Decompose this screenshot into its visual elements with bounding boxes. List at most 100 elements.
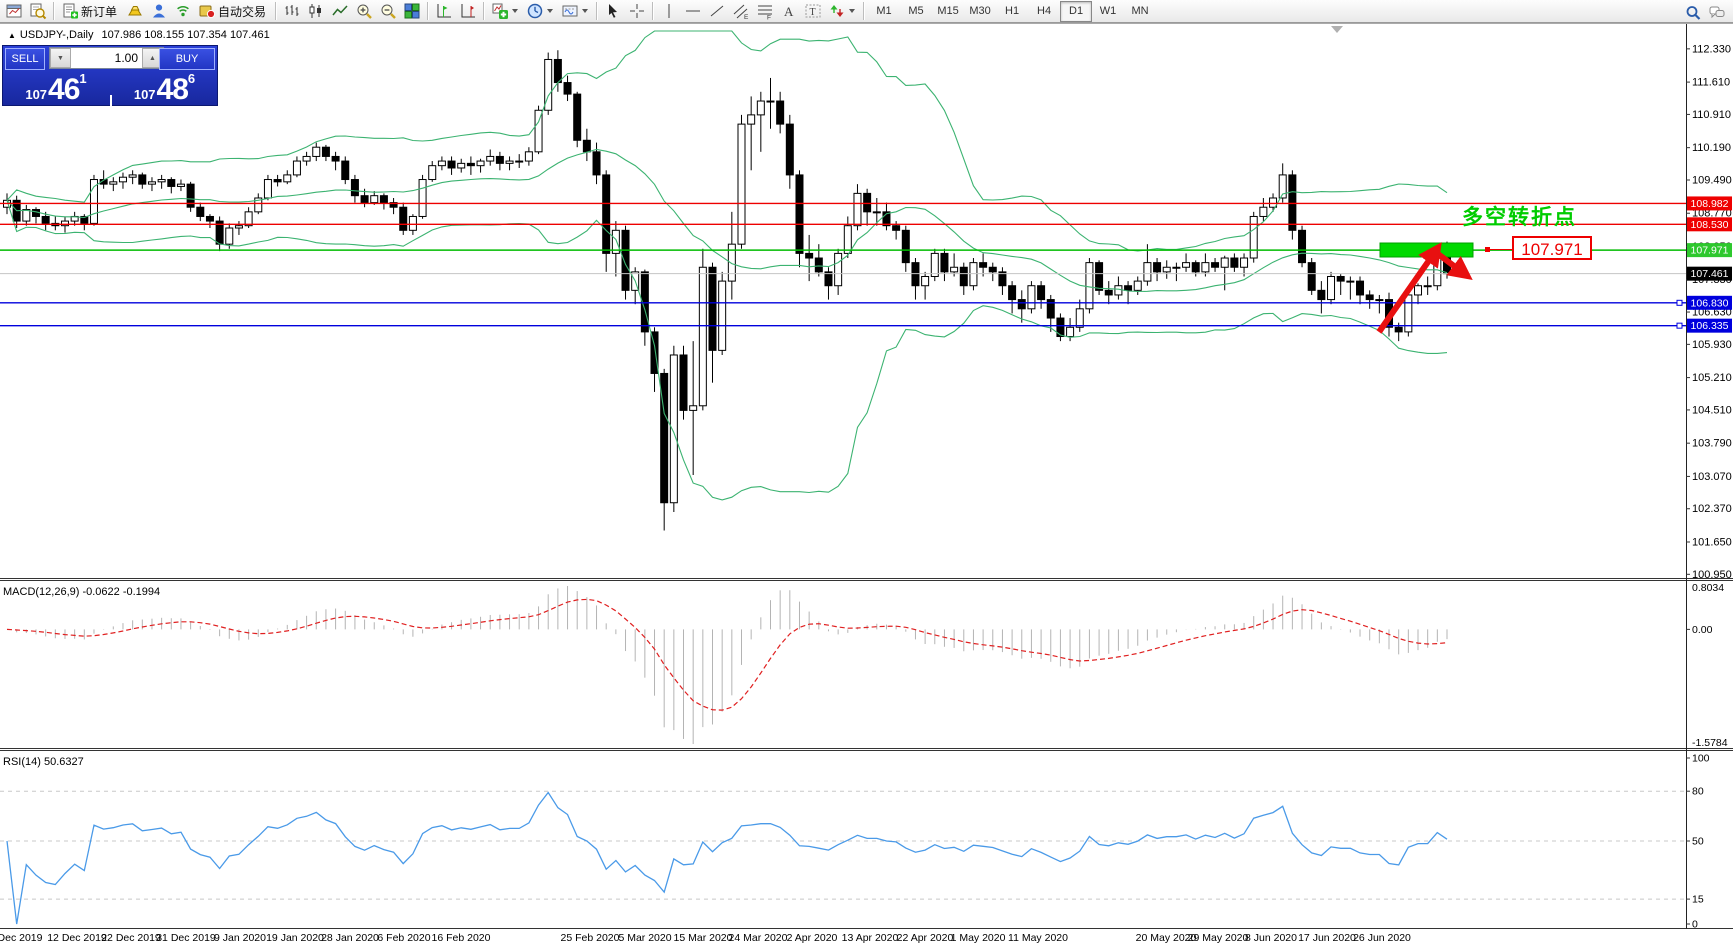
toolbar-separator	[275, 2, 277, 20]
community-button[interactable]	[147, 0, 171, 23]
time-axis[interactable]: Dec 201912 Dec 201922 Dec 201931 Dec 201…	[0, 932, 1411, 944]
svg-text:110.910: 110.910	[1692, 109, 1731, 121]
cursor-button[interactable]	[601, 0, 625, 23]
chat-button[interactable]	[1705, 1, 1729, 24]
search-button[interactable]	[1681, 1, 1705, 24]
periods-button[interactable]	[523, 0, 558, 23]
indicators-icon	[491, 2, 509, 20]
auto-scroll-button[interactable]	[456, 0, 480, 23]
text-button[interactable]: A	[777, 0, 801, 23]
date-label: 5 Mar 2020	[618, 932, 671, 944]
buy-price-button[interactable]: 107 48 6	[112, 70, 217, 106]
price-chart[interactable]: MACD(12,26,9) -0.0622 -0.1994RSI(14) 50.…	[0, 23, 1733, 946]
date-label: 6 Feb 2020	[377, 932, 430, 944]
svg-text:103.790: 103.790	[1692, 438, 1732, 450]
chevron-down-icon[interactable]	[547, 9, 553, 13]
crosshair-button[interactable]	[625, 0, 649, 23]
chevron-down-icon[interactable]	[512, 9, 518, 13]
fibonacci-button[interactable]: F	[753, 0, 777, 23]
svg-text:15: 15	[1692, 894, 1704, 906]
fibo-icon: F	[756, 2, 774, 20]
zoom-in-icon	[355, 2, 373, 20]
date-label: 1 May 2020	[951, 932, 1006, 944]
text-label-button[interactable]: T	[801, 0, 825, 23]
price-callout-label[interactable]: 107.971	[1512, 236, 1592, 260]
autotrading-button[interactable]: 自动交易	[195, 0, 272, 23]
chart-shift-icon	[435, 2, 453, 20]
date-label: 16 Feb 2020	[432, 932, 491, 944]
timeframe-W1[interactable]: W1	[1092, 1, 1124, 22]
svg-text:100: 100	[1692, 753, 1710, 765]
tile-windows-icon	[403, 2, 421, 20]
chevron-down-icon[interactable]	[849, 9, 855, 13]
new-order-button[interactable]: 新订单	[58, 0, 123, 23]
sell-price-button[interactable]: 107 46 1	[3, 70, 109, 106]
timeframe-H4[interactable]: H4	[1028, 1, 1060, 22]
turning-point-annotation[interactable]: 多空转折点	[1462, 201, 1577, 231]
bar-chart-button[interactable]	[280, 0, 304, 23]
svg-text:106.830: 106.830	[1691, 297, 1729, 309]
charts-button[interactable]	[2, 0, 26, 23]
timeframe-M15[interactable]: M15	[932, 1, 964, 22]
bars-chart-icon	[283, 2, 301, 20]
chart-shift-button[interactable]	[432, 0, 456, 23]
sell-price-prefix: 107	[25, 87, 47, 102]
date-label: 26 Jun 2020	[1353, 932, 1411, 944]
zoom-out-button[interactable]	[376, 0, 400, 23]
arrows-icon	[828, 2, 846, 20]
vertical-line-button[interactable]	[657, 0, 681, 23]
line-chart-button[interactable]	[328, 0, 352, 23]
zoom-in-button[interactable]	[352, 0, 376, 23]
timeframe-M1[interactable]: M1	[868, 1, 900, 22]
svg-text:105.930: 105.930	[1692, 339, 1732, 351]
sell-button[interactable]: SELL	[5, 48, 45, 70]
timeframe-D1[interactable]: D1	[1060, 1, 1092, 22]
signals-button[interactable]	[171, 0, 195, 23]
toolbar-separator	[652, 2, 654, 20]
candles-chart-icon	[307, 2, 325, 20]
svg-text:110.190: 110.190	[1692, 142, 1731, 154]
toolbar-separator	[596, 2, 598, 20]
trendline-button[interactable]	[705, 0, 729, 23]
timeframe-M5[interactable]: M5	[900, 1, 932, 22]
templates-button[interactable]	[558, 0, 593, 23]
timeframe-MN[interactable]: MN	[1124, 1, 1156, 22]
toolbar-group-2	[280, 0, 424, 23]
buy-price-prefix: 107	[134, 87, 156, 102]
volume-input[interactable]	[71, 48, 142, 68]
collapse-triangle-icon[interactable]: ▲	[8, 31, 16, 40]
svg-text:101.650: 101.650	[1692, 536, 1732, 548]
timeframe-M30[interactable]: M30	[964, 1, 996, 22]
toolbar-separator	[483, 2, 485, 20]
toolbar-separator	[427, 2, 429, 20]
buy-price-big: 48	[157, 76, 188, 104]
templates-icon	[561, 2, 579, 20]
svg-text:A: A	[784, 4, 794, 19]
indicators-button[interactable]	[488, 0, 523, 23]
svg-text:111.610: 111.610	[1692, 77, 1730, 89]
candlestick-chart-button[interactable]	[304, 0, 328, 23]
label-anchor-handle	[1485, 247, 1490, 252]
date-label: 22 Apr 2020	[897, 932, 954, 944]
buy-button[interactable]: BUY	[159, 48, 215, 70]
rsi-label: RSI(14) 50.6327	[3, 756, 84, 768]
chevron-down-icon[interactable]	[582, 9, 588, 13]
equidistant-channel-button[interactable]: E	[729, 0, 753, 23]
market-button[interactable]	[123, 0, 147, 23]
volume-spinner: ▼ ▲	[49, 47, 164, 69]
date-label: 2 Apr 2020	[787, 932, 838, 944]
toolbar-group-4	[488, 0, 593, 23]
svg-text:109.490: 109.490	[1692, 174, 1732, 186]
chart-area[interactable]: MACD(12,26,9) -0.0622 -0.1994RSI(14) 50.…	[0, 23, 1733, 946]
date-label: Dec 2019	[0, 932, 43, 944]
timeframe-H1[interactable]: H1	[996, 1, 1028, 22]
arrows-button[interactable]	[825, 0, 860, 23]
horizontal-level-lines[interactable]	[0, 203, 1686, 328]
volume-down-button[interactable]: ▼	[50, 48, 71, 68]
tile-windows-button[interactable]	[400, 0, 424, 23]
price-axis[interactable]: 112.330111.610110.910110.190109.490108.7…	[1686, 43, 1732, 930]
toolbar-group-0	[2, 0, 50, 23]
profiles-button[interactable]	[26, 0, 50, 23]
horizontal-line-button[interactable]	[681, 0, 705, 23]
trendline-icon	[708, 2, 726, 20]
